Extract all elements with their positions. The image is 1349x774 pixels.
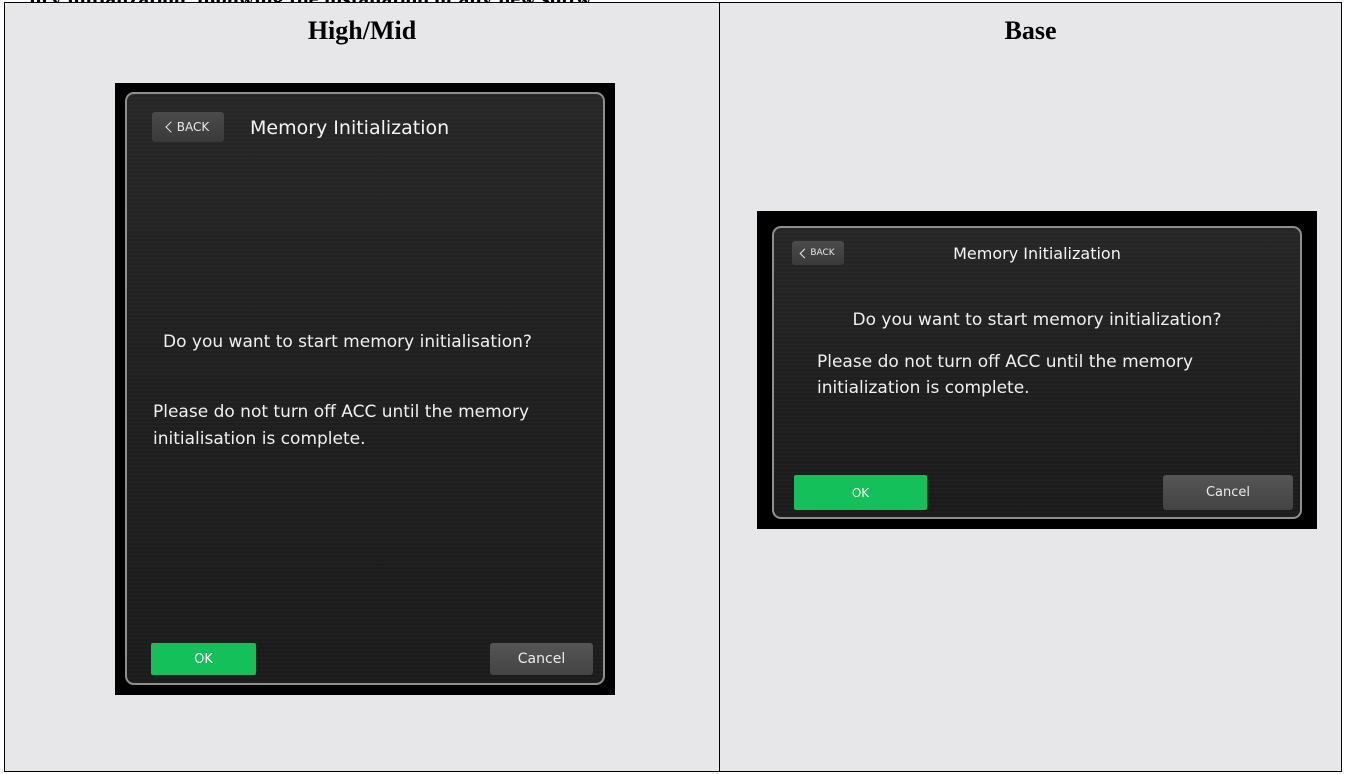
head-unit-screen-base: BACK Memory Initialization Do you want t… [757, 211, 1317, 529]
column-high-mid: High/Mid BACK Memory Initialization Do y… [5, 3, 720, 771]
ok-button[interactable]: OK [794, 475, 927, 510]
ok-button-label: OK [194, 651, 213, 667]
dialog-warning: Please do not turn off ACC until the mem… [817, 352, 1194, 398]
ok-button-label: OK [851, 485, 870, 500]
back-button-label: BACK [176, 120, 210, 134]
dialog-panel: BACK Memory Initialization Do you want t… [772, 226, 1302, 519]
dialog-title: Memory Initialization [250, 117, 450, 139]
head-unit-screen-high-mid: BACK Memory Initialization Do you want t… [115, 83, 615, 695]
cancel-button-label: Cancel [517, 651, 566, 667]
comparison-table: High/Mid BACK Memory Initialization Do y… [4, 2, 1342, 772]
back-button[interactable]: BACK [152, 112, 224, 142]
back-chevron-icon [165, 121, 177, 133]
dialog-panel: BACK Memory Initialization Do you want t… [125, 92, 605, 685]
cancel-button-label: Cancel [1205, 485, 1251, 500]
column-body-base: BACK Memory Initialization Do you want t… [720, 63, 1341, 771]
column-body-high-mid: BACK Memory Initialization Do you want t… [5, 63, 719, 771]
cancel-button[interactable]: Cancel [1163, 475, 1293, 510]
dialog-question: Do you want to start memory initializati… [852, 310, 1222, 330]
column-heading-high-mid: High/Mid [5, 3, 719, 63]
cancel-button[interactable]: Cancel [490, 643, 593, 675]
dialog-warning: Please do not turn off ACC until the mem… [153, 402, 530, 449]
ok-button[interactable]: OK [151, 643, 256, 675]
dialog-title: Memory Initialization [953, 244, 1121, 263]
dialog-question: Do you want to start memory initialisati… [163, 332, 532, 352]
column-base: Base BACK Memory Initialization Do you w… [720, 3, 1341, 771]
column-heading-base: Base [720, 3, 1341, 63]
